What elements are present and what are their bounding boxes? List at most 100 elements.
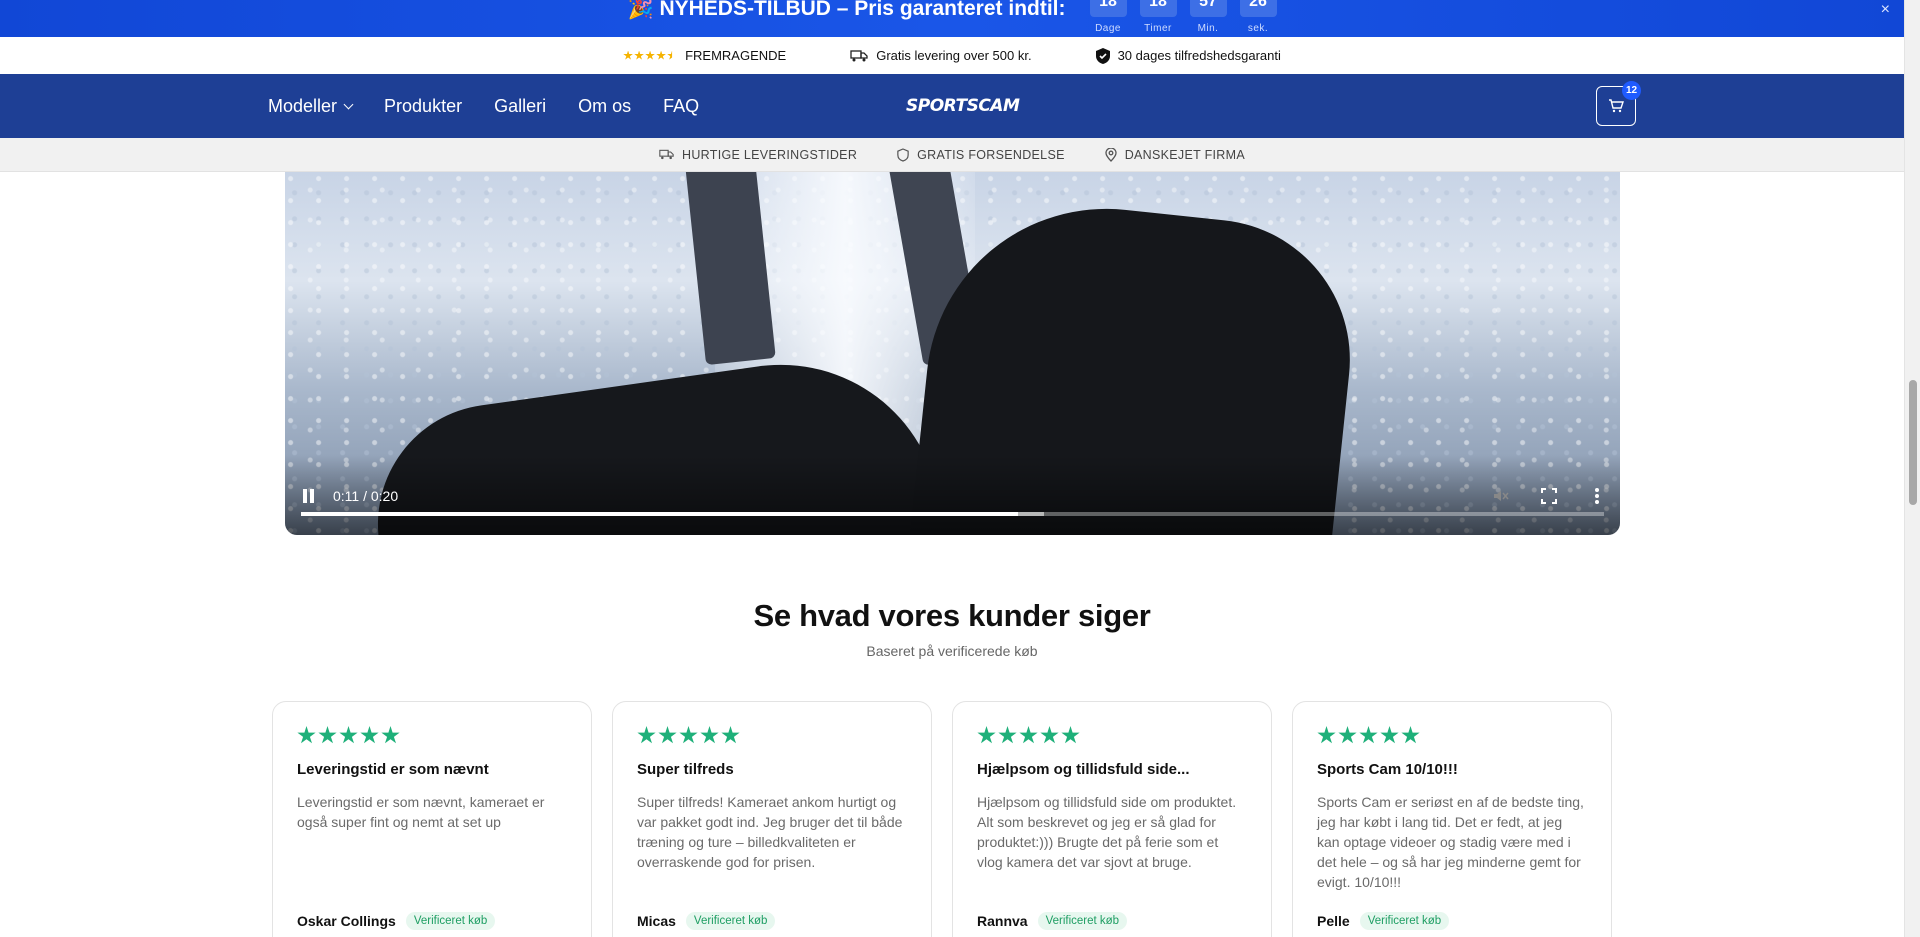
guarantee-text: 30 dages tilfredshedsgaranti	[1117, 48, 1281, 63]
star-icon	[637, 726, 656, 744]
nav-links: Modeller Produkter Galleri Om os FAQ	[268, 74, 699, 138]
review-card: Sports Cam 10/10!!! Sports Cam er seriøs…	[1292, 701, 1612, 937]
countdown-hours: 18 Timer	[1139, 0, 1177, 34]
usp-item-delivery: HURTIGE LEVERINGSTIDER	[659, 148, 857, 162]
star-icon	[297, 726, 316, 744]
review-title: Leveringstid er som nævnt	[297, 761, 489, 778]
star-icon	[1317, 726, 1336, 744]
review-title: Sports Cam 10/10!!!	[1317, 761, 1458, 778]
countdown-minutes-value: 57	[1189, 0, 1227, 17]
countdown-minutes: 57 Min.	[1189, 0, 1227, 34]
countdown-days-value: 18	[1089, 0, 1127, 17]
pause-button[interactable]	[303, 489, 317, 503]
countdown-seconds-value: 26	[1239, 0, 1277, 17]
review-footer: Rannva Verificeret køb	[977, 912, 1128, 930]
countdown-days-label: Dage	[1095, 23, 1121, 34]
review-card: Super tilfreds Super tilfreds! Kameraet …	[612, 701, 932, 937]
countdown-minutes-label: Min.	[1197, 23, 1219, 34]
review-footer: Pelle Verificeret køb	[1317, 912, 1450, 930]
muted-speaker-icon[interactable]	[1492, 487, 1510, 505]
cart-icon	[1609, 99, 1624, 113]
star-icon	[1338, 726, 1357, 744]
verified-badge: Verificeret køb	[405, 912, 496, 930]
countdown-hours-value: 18	[1139, 0, 1177, 17]
reviews-list: Leveringstid er som nævnt Leveringstid e…	[272, 701, 1612, 937]
guarantee-info: 30 dages tilfredshedsgaranti	[1095, 47, 1281, 64]
review-footer: Micas Verificeret køb	[637, 912, 776, 930]
star-icon	[721, 726, 740, 744]
announcement-text: 🎉 NYHEDS-TILBUD – Pris garanteret indtil…	[627, 0, 1066, 20]
location-pin-icon	[1105, 147, 1117, 162]
review-body: Leveringstid er som nævnt, kameraet er o…	[297, 794, 545, 830]
star-icon	[1061, 726, 1080, 744]
star-icon	[339, 726, 358, 744]
video-progress-bar[interactable]	[301, 512, 1604, 516]
page-scrollbar[interactable]	[1904, 0, 1920, 937]
shield-icon	[897, 147, 909, 162]
shipping-info: Gratis levering over 500 kr.	[850, 48, 1032, 63]
fullscreen-icon[interactable]	[1540, 487, 1558, 505]
star-icon	[679, 726, 698, 744]
star-icon	[1019, 726, 1038, 744]
review-author: Rannva	[977, 913, 1028, 929]
rating-label: FREMRAGENDE	[685, 48, 787, 63]
review-body: Super tilfreds! Kameraet ankom hurtigt o…	[637, 794, 903, 870]
verified-badge: Verificeret køb	[685, 912, 776, 930]
star-icon	[998, 726, 1017, 744]
rating-stars	[623, 50, 677, 61]
star-icon	[360, 726, 379, 744]
star-icon	[634, 50, 644, 60]
nav-item-produkter[interactable]: Produkter	[384, 96, 462, 117]
review-stars	[1317, 726, 1587, 746]
more-options-icon[interactable]	[1594, 487, 1600, 505]
review-stars	[297, 726, 567, 746]
countdown-seconds-label: sek.	[1247, 23, 1269, 34]
pause-icon	[303, 489, 307, 503]
close-icon[interactable]: ×	[1881, 1, 1890, 19]
star-icon	[645, 50, 655, 60]
nav-item-faq[interactable]: FAQ	[663, 96, 699, 117]
shipping-text: Gratis levering over 500 kr.	[876, 48, 1032, 63]
review-stars	[977, 726, 1247, 746]
nav-item-label: Modeller	[268, 95, 338, 116]
review-body: Sports Cam er seriøst en af de bedste ti…	[1317, 794, 1584, 890]
usp-label: GRATIS FORSENDELSE	[917, 147, 1065, 162]
star-icon	[1040, 726, 1059, 744]
star-icon	[977, 726, 996, 744]
star-icon	[318, 726, 337, 744]
announcement-bar: 🎉 NYHEDS-TILBUD – Pris garanteret indtil…	[0, 0, 1904, 37]
review-footer: Oskar Collings Verificeret køb	[297, 912, 496, 930]
scrollbar-thumb[interactable]	[1909, 380, 1917, 505]
trust-bar: FREMRAGENDE Gratis levering over 500 kr.…	[0, 37, 1904, 74]
video-progress-fill	[301, 512, 1018, 516]
rating-summary: FREMRAGENDE	[623, 48, 786, 63]
review-card: Hjælpsom og tillidsfuld side... Hjælpsom…	[952, 701, 1272, 937]
nav-item-modeller[interactable]: Modeller	[268, 95, 354, 117]
product-video[interactable]: 0:11 / 0:20	[285, 172, 1620, 535]
review-author: Pelle	[1317, 913, 1350, 929]
verified-badge: Verificeret køb	[1359, 912, 1450, 930]
reviews-title: Se hvad vores kunder siger	[753, 598, 1151, 633]
star-icon	[656, 50, 666, 60]
pause-icon	[310, 489, 314, 503]
star-icon	[1401, 726, 1420, 744]
review-title: Hjælpsom og tillidsfuld side...	[977, 761, 1190, 778]
site-logo[interactable]: SPORTSCAM	[906, 96, 1020, 116]
truck-icon	[850, 49, 868, 61]
shield-check-icon	[1095, 47, 1110, 64]
usp-label: HURTIGE LEVERINGSTIDER	[682, 147, 858, 162]
star-icon	[1380, 726, 1399, 744]
cart-count-badge: 12	[1622, 81, 1641, 100]
video-controls: 0:11 / 0:20	[285, 475, 1620, 535]
chevron-down-icon	[343, 99, 354, 109]
countdown-hours-label: Timer	[1144, 23, 1172, 34]
half-star-icon	[667, 50, 673, 60]
nav-item-om-os[interactable]: Om os	[578, 96, 631, 117]
cart-button[interactable]: 12	[1596, 81, 1641, 126]
review-card: Leveringstid er som nævnt Leveringstid e…	[272, 701, 592, 937]
nav-item-galleri[interactable]: Galleri	[494, 96, 546, 117]
star-icon	[700, 726, 719, 744]
usp-bar: HURTIGE LEVERINGSTIDER GRATIS FORSENDELS…	[0, 138, 1904, 172]
star-icon	[658, 726, 677, 744]
reviews-subtitle: Baseret på verificerede køb	[866, 643, 1038, 659]
